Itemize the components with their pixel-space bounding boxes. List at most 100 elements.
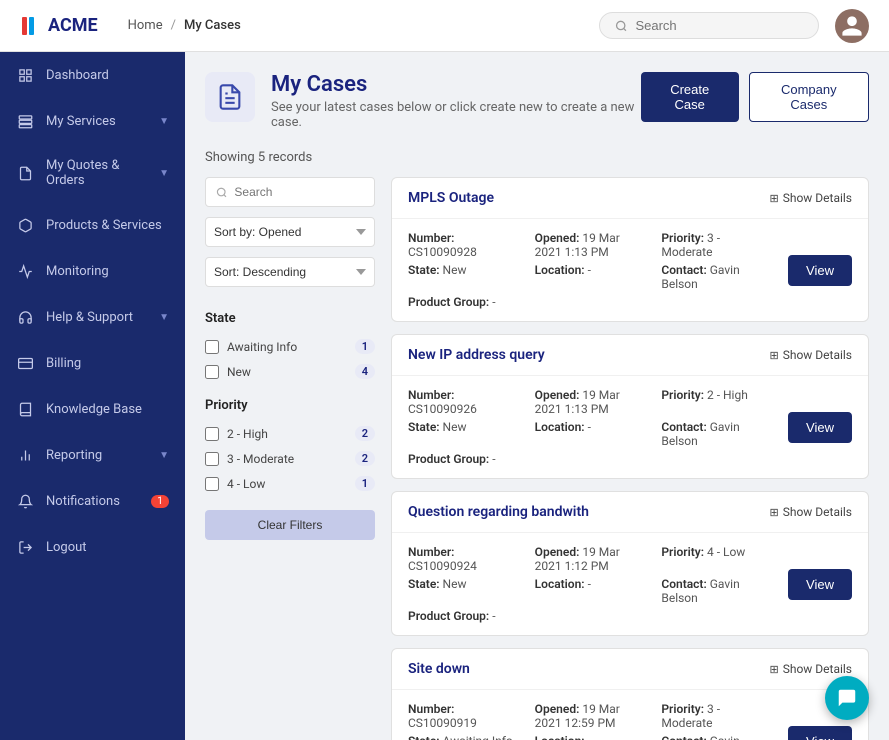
main-content: My Cases See your latest cases below or … bbox=[185, 52, 889, 740]
headset-icon bbox=[16, 308, 34, 326]
sidebar-item-products-services[interactable]: Products & Services bbox=[0, 202, 185, 248]
avatar[interactable] bbox=[835, 9, 869, 43]
case-card-body-1: Number: CS10090926 Opened: 19 Mar 2021 1… bbox=[392, 376, 868, 478]
filter-search-input[interactable] bbox=[234, 185, 364, 199]
view-button-0[interactable]: View bbox=[788, 255, 852, 286]
case-product-group-label-2: Product Group: - bbox=[408, 609, 535, 623]
sidebar: Dashboard My Services ▼ My Quotes & Orde… bbox=[0, 52, 185, 740]
show-details-label: Show Details bbox=[783, 191, 852, 205]
priority-2-high-label: 2 - High bbox=[227, 427, 347, 441]
filter-search[interactable] bbox=[205, 177, 375, 207]
details-icon: ⊞ bbox=[769, 192, 778, 205]
sidebar-item-notifications[interactable]: Notifications 1 bbox=[0, 478, 185, 524]
priority-4-low-checkbox[interactable] bbox=[205, 477, 219, 491]
breadcrumb: Home / My Cases bbox=[128, 18, 241, 33]
case-contact-label-2: Contact: Gavin Belson bbox=[661, 577, 788, 605]
case-title-1: New IP address query bbox=[408, 347, 769, 363]
details-icon: ⊞ bbox=[769, 349, 778, 362]
new-checkbox[interactable] bbox=[205, 365, 219, 379]
awaiting-info-checkbox[interactable] bbox=[205, 340, 219, 354]
case-card-body-3: Number: CS10090919 Opened: 19 Mar 2021 1… bbox=[392, 690, 868, 740]
sidebar-item-quotes-orders[interactable]: My Quotes & Orders ▼ bbox=[0, 144, 185, 202]
priority-3-moderate-checkbox[interactable] bbox=[205, 452, 219, 466]
priority-filter-title: Priority bbox=[205, 398, 375, 413]
breadcrumb-separator: / bbox=[171, 18, 176, 33]
case-card-header-3: Site down ⊞ Show Details bbox=[392, 649, 868, 690]
priority-3-moderate-label: 3 - Moderate bbox=[227, 452, 347, 466]
logo-icon bbox=[20, 15, 42, 37]
show-details-link-1[interactable]: ⊞ Show Details bbox=[769, 348, 852, 362]
search-input[interactable] bbox=[635, 18, 803, 33]
sidebar-item-billing[interactable]: Billing bbox=[0, 340, 185, 386]
case-location-label-3: Location: - bbox=[535, 734, 662, 740]
server-icon bbox=[16, 112, 34, 130]
case-state-label-3: State: Awaiting Info bbox=[408, 734, 535, 740]
grid-icon bbox=[16, 66, 34, 84]
cases-list: MPLS Outage ⊞ Show Details Number: CS100… bbox=[391, 177, 869, 740]
new-label: New bbox=[227, 365, 347, 379]
sidebar-item-reporting[interactable]: Reporting ▼ bbox=[0, 432, 185, 478]
sort-order-select[interactable]: Sort: Descending bbox=[205, 257, 375, 287]
activity-icon bbox=[16, 262, 34, 280]
sidebar-item-monitoring[interactable]: Monitoring bbox=[0, 248, 185, 294]
show-details-link-0[interactable]: ⊞ Show Details bbox=[769, 191, 852, 205]
details-icon: ⊞ bbox=[769, 506, 778, 519]
case-card-body-0: Number: CS10090928 Opened: 19 Mar 2021 1… bbox=[392, 219, 868, 321]
search-bar[interactable] bbox=[599, 12, 819, 39]
show-details-link-2[interactable]: ⊞ Show Details bbox=[769, 505, 852, 519]
filter-panel: Sort by: Opened Sort: Descending State A… bbox=[205, 177, 375, 740]
chevron-down-icon: ▼ bbox=[159, 116, 169, 127]
sidebar-item-help-support[interactable]: Help & Support ▼ bbox=[0, 294, 185, 340]
case-card-header-0: MPLS Outage ⊞ Show Details bbox=[392, 178, 868, 219]
priority-2-high-checkbox[interactable] bbox=[205, 427, 219, 441]
create-case-button[interactable]: Create Case bbox=[641, 72, 739, 122]
view-button-1[interactable]: View bbox=[788, 412, 852, 443]
new-count: 4 bbox=[355, 364, 375, 379]
filter-item-awaiting-info: Awaiting Info 1 bbox=[205, 334, 375, 359]
case-meta-0: Number: CS10090928 Opened: 19 Mar 2021 1… bbox=[408, 231, 788, 309]
show-details-link-3[interactable]: ⊞ Show Details bbox=[769, 662, 852, 676]
sidebar-item-logout[interactable]: Logout bbox=[0, 524, 185, 570]
logo: ACME bbox=[20, 15, 98, 37]
chevron-down-icon: ▼ bbox=[159, 312, 169, 323]
case-product-group-label-0: Product Group: - bbox=[408, 295, 535, 309]
case-state-label-1: State: New bbox=[408, 420, 535, 448]
page-header-buttons: Create Case Company Cases bbox=[641, 72, 869, 122]
search-icon bbox=[615, 19, 627, 33]
priority-3-moderate-count: 2 bbox=[355, 451, 375, 466]
sidebar-item-label: My Quotes & Orders bbox=[46, 158, 147, 188]
page-header-text: My Cases See your latest cases below or … bbox=[271, 72, 641, 130]
sidebar-item-label: Monitoring bbox=[46, 264, 169, 279]
sidebar-item-label: Reporting bbox=[46, 448, 147, 463]
layout: Dashboard My Services ▼ My Quotes & Orde… bbox=[0, 52, 889, 740]
case-priority-label-1: Priority: 2 - High bbox=[661, 388, 788, 416]
priority-4-low-label: 4 - Low bbox=[227, 477, 347, 491]
filter-item-new: New 4 bbox=[205, 359, 375, 384]
view-button-3[interactable]: View bbox=[788, 726, 852, 740]
case-product-group-label-1: Product Group: - bbox=[408, 452, 535, 466]
state-filter-title: State bbox=[205, 311, 375, 326]
case-contact-label-3: Contact: Gavin Belson bbox=[661, 734, 788, 740]
chat-fab-button[interactable] bbox=[825, 676, 869, 720]
chevron-down-icon: ▼ bbox=[159, 168, 169, 179]
priority-4-low-count: 1 bbox=[355, 476, 375, 491]
sort-by-select[interactable]: Sort by: Opened bbox=[205, 217, 375, 247]
view-button-2[interactable]: View bbox=[788, 569, 852, 600]
page-subtitle: See your latest cases below or click cre… bbox=[271, 100, 641, 130]
breadcrumb-current: My Cases bbox=[184, 18, 241, 33]
priority-filter: Priority 2 - High 2 3 - Moderate 2 4 - L… bbox=[205, 398, 375, 496]
show-details-label: Show Details bbox=[783, 348, 852, 362]
company-cases-button[interactable]: Company Cases bbox=[749, 72, 869, 122]
case-number-label-0: Number: CS10090928 bbox=[408, 231, 535, 259]
case-card-body-2: Number: CS10090924 Opened: 19 Mar 2021 1… bbox=[392, 533, 868, 635]
breadcrumb-home[interactable]: Home bbox=[128, 18, 163, 33]
case-number-label-3: Number: CS10090919 bbox=[408, 702, 535, 730]
chevron-down-icon: ▼ bbox=[159, 450, 169, 461]
sidebar-item-knowledge-base[interactable]: Knowledge Base bbox=[0, 386, 185, 432]
clear-filters-button[interactable]: Clear Filters bbox=[205, 510, 375, 540]
awaiting-info-count: 1 bbox=[355, 339, 375, 354]
sidebar-item-my-services[interactable]: My Services ▼ bbox=[0, 98, 185, 144]
sidebar-item-label: Notifications bbox=[46, 494, 139, 509]
sidebar-item-dashboard[interactable]: Dashboard bbox=[0, 52, 185, 98]
sidebar-item-label: Products & Services bbox=[46, 218, 169, 233]
